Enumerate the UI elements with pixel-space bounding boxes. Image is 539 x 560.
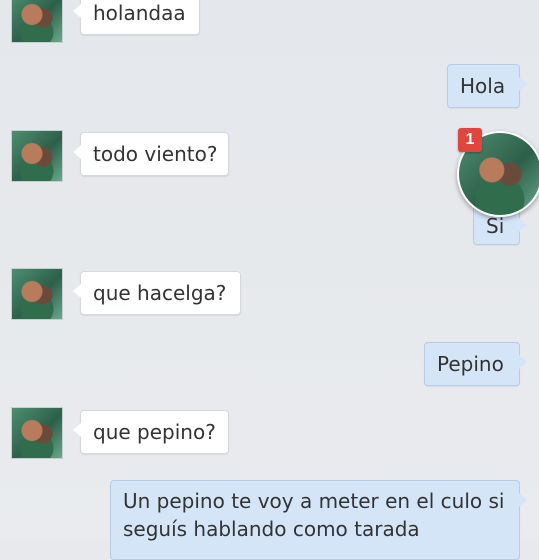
unread-count-badge: 1 — [458, 128, 482, 152]
message-text: Pepino — [437, 352, 504, 376]
incoming-message[interactable]: que hacelga? — [73, 271, 241, 315]
message-text: que pepino? — [93, 420, 216, 444]
message-text: holandaa — [93, 1, 186, 25]
contact-avatar[interactable] — [11, 407, 63, 459]
message-text: Hola — [460, 74, 506, 98]
message-text: Si — [486, 214, 505, 238]
outgoing-message[interactable]: Un pepino te voy a meter en el culo si s… — [110, 480, 527, 560]
incoming-message[interactable]: todo viento? — [73, 132, 229, 176]
outgoing-message[interactable]: Pepino — [424, 342, 527, 386]
contact-avatar[interactable] — [11, 268, 63, 320]
outgoing-message[interactable]: Hola — [447, 64, 527, 108]
incoming-message[interactable]: holandaa — [73, 0, 200, 35]
message-text: Un pepino te voy a meter en el culo si s… — [123, 489, 505, 541]
contact-avatar[interactable] — [11, 0, 63, 43]
incoming-message[interactable]: que pepino? — [73, 410, 229, 454]
message-text: todo viento? — [93, 142, 218, 166]
conversation-view: holandaa Hola todo viento? Si que hacelg… — [0, 0, 539, 560]
contact-avatar[interactable] — [11, 130, 63, 182]
message-text: que hacelga? — [93, 281, 227, 305]
